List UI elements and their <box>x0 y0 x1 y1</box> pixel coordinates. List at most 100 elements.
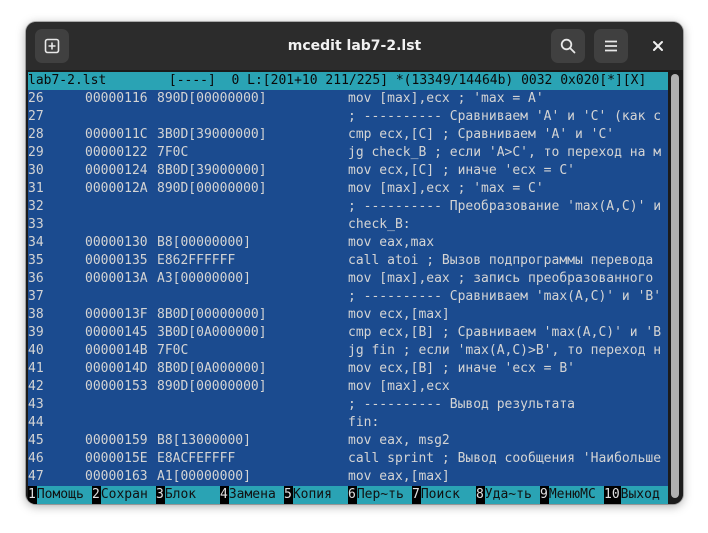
code-line[interactable]: 32 ; ---------- Преобразование 'max(A,C)'… <box>28 198 668 216</box>
line-source: jg check_B ; если 'A>C', то переход на м <box>348 145 662 160</box>
line-source: ; ---------- Сравниваем 'max(A,C)' и 'B' <box>348 289 662 304</box>
line-source: mov eax, msg2 <box>348 433 450 448</box>
fkey-label: Выход <box>620 486 668 504</box>
fkey-label: Помощь <box>36 486 92 504</box>
code-line[interactable]: 40 0000014B 7F0C jg fin ; если 'max(A,C)>B'… <box>28 342 668 360</box>
line-number: 41 <box>28 361 44 376</box>
scrollbar-thumb[interactable] <box>671 74 679 498</box>
line-address: 0000014D <box>85 361 148 376</box>
line-machine-code: 8B0D[0A000000] <box>157 361 267 376</box>
code-line[interactable]: 45 00000159 B8[13000000] mov eax, msg2 <box>28 432 668 450</box>
line-source: mov ecx,[C] ; иначе 'ecx = C' <box>348 163 575 178</box>
new-tab-button[interactable] <box>35 29 69 63</box>
line-number: 45 <box>28 433 44 448</box>
fkey-label: Блок <box>164 486 220 504</box>
line-source: mov [max],ecx ; 'max = A' <box>348 91 544 106</box>
code-line[interactable]: 27 ; ---------- Сравниваем 'A' и 'C' (как… <box>28 108 668 126</box>
line-machine-code: 7F0C <box>157 145 189 160</box>
line-number: 38 <box>28 307 44 322</box>
fkey-button-9[interactable]: 9 МенюMC <box>540 486 604 504</box>
code-line[interactable]: 41 0000014D 8B0D[0A000000] mov ecx,[B] ; ин… <box>28 360 668 378</box>
code-line[interactable]: 33 check_B: <box>28 216 668 234</box>
code-line[interactable]: 39 00000145 3B0D[0A000000] cmp ecx,[B] ; Ср… <box>28 324 668 342</box>
code-line[interactable]: 31 0000012A 890D[00000000] mov [max],ecx ; … <box>28 180 668 198</box>
code-line[interactable]: 34 00000130 B8[00000000] mov eax,max <box>28 234 668 252</box>
code-line[interactable]: 47 00000163 A1[00000000] mov eax,[max] <box>28 468 668 486</box>
fkey-number: 2 <box>92 486 101 504</box>
fkey-button-7[interactable]: 7 Поиск <box>412 486 476 504</box>
fkey-button-3[interactable]: 3 Блок <box>156 486 220 504</box>
fkey-button-5[interactable]: 5 Копия <box>284 486 348 504</box>
code-line[interactable]: 46 0000015E E8ACFEFFFF call sprint ; Вывод … <box>28 450 668 468</box>
fkey-button-1[interactable]: 1 Помощь <box>28 486 92 504</box>
line-address: 00000122 <box>85 145 148 160</box>
line-source: ; ---------- Преобразование 'max(A,C)' и <box>348 199 662 214</box>
line-machine-code: 7F0C <box>157 343 189 358</box>
fkey-button-2[interactable]: 2 Сохран <box>92 486 156 504</box>
code-line[interactable]: 44 fin: <box>28 414 668 432</box>
line-source: cmp ecx,[B] ; Сравниваем 'max(A,C)' и 'B <box>348 325 662 340</box>
title-bar: mcedit lab7-2.lst <box>26 22 683 70</box>
line-number: 28 <box>28 127 44 142</box>
line-source: mov [max],eax ; запись преобразованного <box>348 271 654 286</box>
line-source: mov eax,max <box>348 235 435 250</box>
line-address: 0000011C <box>85 127 148 142</box>
terminal-window: mcedit lab7-2.lst lab7-2.lst [----] 0 L:… <box>26 22 683 504</box>
fkey-button-6[interactable]: 6 Пер~ть <box>348 486 412 504</box>
line-address: 00000163 <box>85 469 148 484</box>
code-line[interactable]: 36 0000013A A3[00000000] mov [max],eax ; за… <box>28 270 668 288</box>
code-line[interactable]: 42 00000153 890D[00000000] mov [max],ecx <box>28 378 668 396</box>
code-line[interactable]: 43 ; ---------- Вывод результата <box>28 396 668 414</box>
fkey-number: 4 <box>220 486 229 504</box>
line-machine-code: A3[00000000] <box>157 271 251 286</box>
line-address: 0000013F <box>85 307 148 322</box>
search-icon <box>560 38 576 54</box>
code-line[interactable]: 38 0000013F 8B0D[00000000] mov ecx,[max] <box>28 306 668 324</box>
function-key-bar: 1 Помощь 2 Сохран 3 Блок 4 Замена 5 Копия 6 Пер~ть 7… <box>28 486 668 504</box>
fkey-button-10[interactable]: 10 Выход <box>604 486 668 504</box>
plus-square-icon <box>44 38 60 54</box>
line-address: 0000014B <box>85 343 148 358</box>
fkey-number: 8 <box>476 486 485 504</box>
line-address: 00000135 <box>85 253 148 268</box>
code-line[interactable]: 28 0000011C 3B0D[39000000] cmp ecx,[C] ; Ср… <box>28 126 668 144</box>
code-line[interactable]: 29 00000122 7F0C jg check_B ; если 'A>C', т… <box>28 144 668 162</box>
line-address: 00000124 <box>85 163 148 178</box>
line-source: call atoi ; Вызов подпрограммы перевода <box>348 253 654 268</box>
line-address: 00000145 <box>85 325 148 340</box>
editor-text-area[interactable]: 26 00000116 890D[00000000] mov [max],ecx ; … <box>28 90 668 486</box>
fkey-label: Замена <box>228 486 284 504</box>
line-machine-code: B8[00000000] <box>157 235 251 250</box>
scrollbar[interactable] <box>671 72 679 502</box>
fkey-label: Пер~ть <box>356 486 412 504</box>
fkey-number: 9 <box>540 486 549 504</box>
line-source: ; ---------- Вывод результата <box>348 397 575 412</box>
line-source: cmp ecx,[C] ; Сравниваем 'A' и 'C' <box>348 127 615 142</box>
fkey-label: Сохран <box>100 486 156 504</box>
search-button[interactable] <box>551 29 585 63</box>
editor-status-line: lab7-2.lst [----] 0 L:[201+10 211/225] *… <box>28 72 668 90</box>
line-source: mov [max],ecx ; 'max = C' <box>348 181 544 196</box>
terminal-area[interactable]: lab7-2.lst [----] 0 L:[201+10 211/225] *… <box>26 70 683 504</box>
line-machine-code: 3B0D[0A000000] <box>157 325 267 340</box>
line-machine-code: E862FFFFFF <box>157 253 236 268</box>
line-machine-code: 8B0D[00000000] <box>157 307 267 322</box>
fkey-button-8[interactable]: 8 Уда~ть <box>476 486 540 504</box>
fkey-label: Копия <box>292 486 348 504</box>
code-line[interactable]: 35 00000135 E862FFFFFF call atoi ; Вызов по… <box>28 252 668 270</box>
code-line[interactable]: 26 00000116 890D[00000000] mov [max],ecx ; … <box>28 90 668 108</box>
fkey-button-4[interactable]: 4 Замена <box>220 486 284 504</box>
line-machine-code: 890D[00000000] <box>157 181 267 196</box>
fkey-label: Уда~ть <box>484 486 540 504</box>
fkey-number: 1 <box>28 486 37 504</box>
code-line[interactable]: 37 ; ---------- Сравниваем 'max(A,C)' и '… <box>28 288 668 306</box>
close-button[interactable] <box>645 33 671 59</box>
fkey-number: 6 <box>348 486 357 504</box>
menu-button[interactable] <box>594 29 628 63</box>
line-number: 39 <box>28 325 44 340</box>
code-line[interactable]: 30 00000124 8B0D[39000000] mov ecx,[C] ; ин… <box>28 162 668 180</box>
fkey-label: МенюMC <box>548 486 604 504</box>
line-machine-code: B8[13000000] <box>157 433 251 448</box>
hamburger-menu-icon <box>605 40 617 52</box>
line-number: 43 <box>28 397 44 412</box>
